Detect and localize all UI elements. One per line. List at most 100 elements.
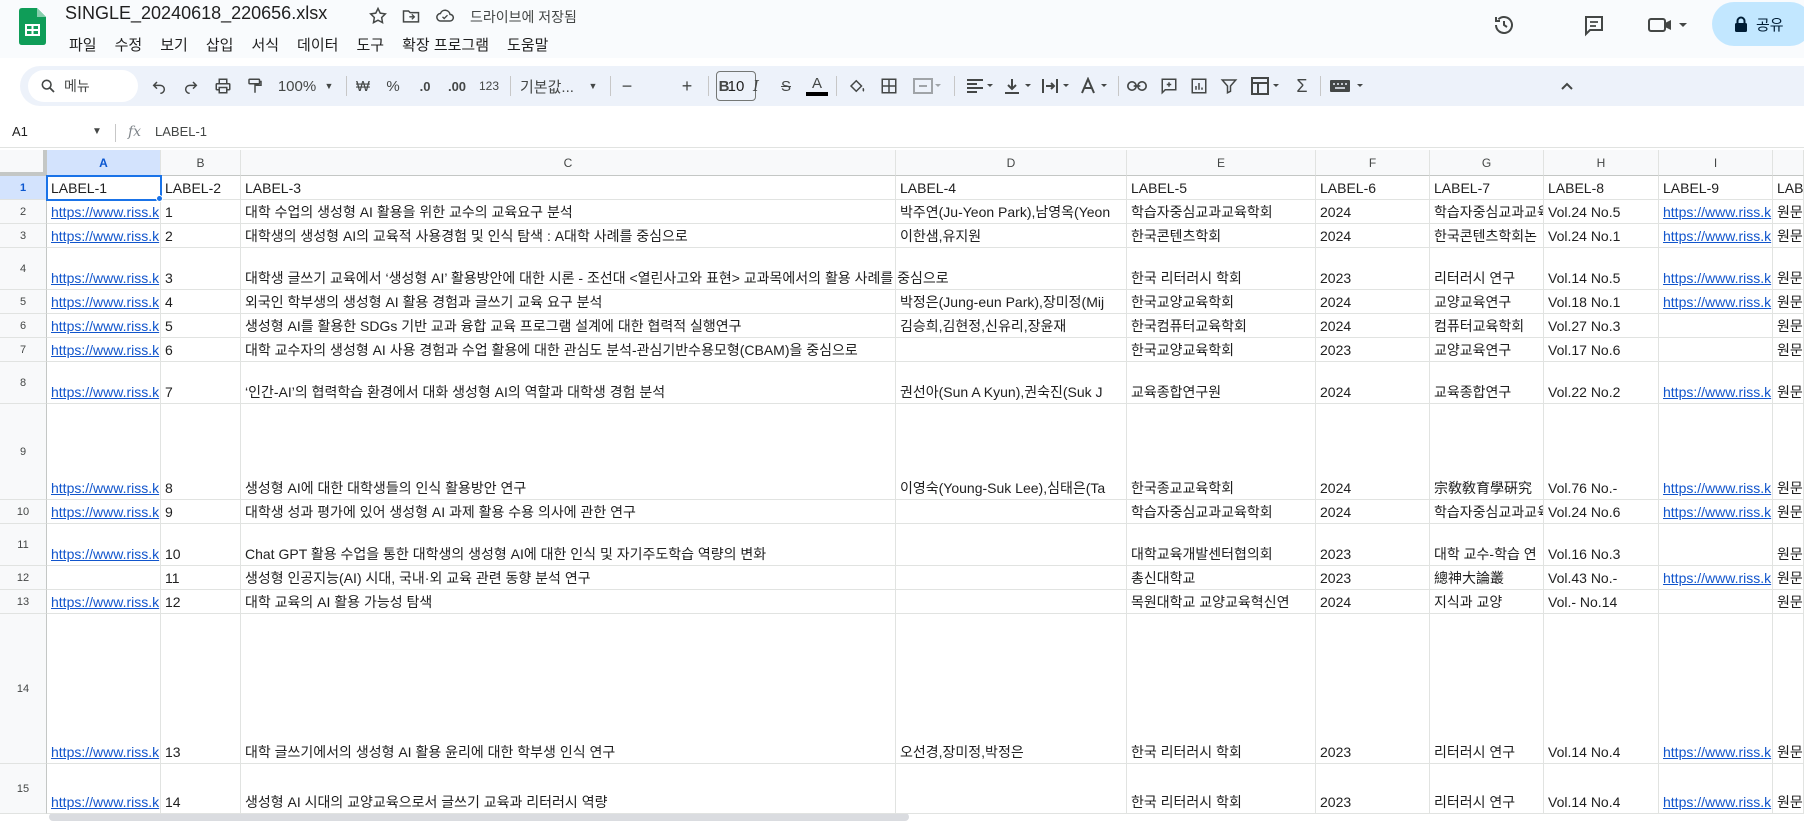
functions-button[interactable]: Σ: [1292, 74, 1312, 98]
header-cell[interactable]: LAB: [1773, 176, 1804, 200]
table-cell[interactable]: Vol.14 No.4: [1544, 614, 1659, 764]
table-cell[interactable]: [896, 338, 1127, 362]
table-cell[interactable]: [1659, 590, 1773, 614]
cell-text[interactable]: https://www.riss.k: [51, 269, 159, 287]
table-cell[interactable]: 박주연(Ju-Yeon Park),남영옥(Yeon: [896, 200, 1127, 224]
table-cell[interactable]: https://www.riss.k: [47, 500, 161, 524]
table-cell[interactable]: https://www.riss.k: [1659, 764, 1773, 814]
italic-button[interactable]: I: [746, 74, 766, 98]
row-header[interactable]: 8: [0, 362, 47, 404]
table-cell[interactable]: 1: [161, 200, 241, 224]
header-cell[interactable]: LABEL-1: [47, 176, 161, 200]
row-header[interactable]: 1: [0, 176, 47, 200]
fill-color-icon[interactable]: [846, 74, 868, 98]
table-cell[interactable]: 2024: [1316, 314, 1430, 338]
table-cell[interactable]: 대학 교수-학습 연: [1430, 524, 1544, 566]
share-button[interactable]: 공유: [1712, 2, 1804, 46]
table-cell[interactable]: 원문: [1773, 338, 1804, 362]
star-icon[interactable]: [366, 4, 390, 28]
chart-icon[interactable]: [1188, 74, 1210, 98]
table-cell[interactable]: 5: [161, 314, 241, 338]
chevron-down-icon[interactable]: ▼: [92, 126, 102, 137]
table-cell[interactable]: 대학생의 생성형 AI의 교육적 사용경험 및 인식 탐색 : A대학 사례를 …: [241, 224, 896, 248]
cell-text[interactable]: LABEL-1: [51, 179, 107, 197]
menu-item[interactable]: 데이터: [288, 33, 347, 56]
table-cell[interactable]: 2: [161, 224, 241, 248]
table-cell[interactable]: Vol.22 No.2: [1544, 362, 1659, 404]
table-cell[interactable]: 4: [161, 290, 241, 314]
table-cell[interactable]: Vol.17 No.6: [1544, 338, 1659, 362]
wrap-icon[interactable]: [1038, 74, 1074, 98]
comment-icon[interactable]: [1158, 74, 1180, 98]
column-header-partial[interactable]: [1773, 150, 1804, 176]
document-title[interactable]: SINGLE_20240618_220656.xlsx: [65, 3, 327, 24]
table-cell[interactable]: 대학 글쓰기에서의 생성형 AI 활용 윤리에 대한 학부생 인식 연구: [241, 614, 896, 764]
table-cell[interactable]: 13: [161, 614, 241, 764]
table-cell[interactable]: [1659, 338, 1773, 362]
table-cell[interactable]: 대학교육개발센터협의회: [1127, 524, 1316, 566]
table-cell[interactable]: https://www.riss.k: [1659, 614, 1773, 764]
row-header[interactable]: 10: [0, 500, 47, 524]
table-cell[interactable]: 2024: [1316, 200, 1430, 224]
table-cell[interactable]: 오선경,장미정,박정은: [896, 614, 1127, 764]
strikethrough-button[interactable]: S: [776, 74, 796, 98]
table-icon[interactable]: [1248, 74, 1284, 98]
cell-text[interactable]: https://www.riss.k: [1663, 383, 1771, 401]
table-cell[interactable]: 박정은(Jung-eun Park),장미정(Mij: [896, 290, 1127, 314]
table-cell[interactable]: 2023: [1316, 338, 1430, 362]
table-cell[interactable]: 원문: [1773, 590, 1804, 614]
table-cell[interactable]: 원문: [1773, 500, 1804, 524]
menu-item[interactable]: 수정: [106, 33, 152, 56]
table-cell[interactable]: 원문: [1773, 362, 1804, 404]
table-cell[interactable]: [896, 524, 1127, 566]
table-cell[interactable]: 12: [161, 590, 241, 614]
table-cell[interactable]: Vol.24 No.5: [1544, 200, 1659, 224]
table-cell[interactable]: 2024: [1316, 224, 1430, 248]
table-cell[interactable]: Vol.24 No.1: [1544, 224, 1659, 248]
cell-text[interactable]: https://www.riss.k: [1663, 293, 1771, 311]
menu-search[interactable]: 메뉴: [28, 70, 138, 102]
table-cell[interactable]: 8: [161, 404, 241, 500]
table-cell[interactable]: 이영숙(Young-Suk Lee),심태은(Ta: [896, 404, 1127, 500]
table-cell[interactable]: https://www.riss.k: [47, 314, 161, 338]
cell-text[interactable]: https://www.riss.k: [1663, 503, 1771, 521]
cell-text[interactable]: https://www.riss.k: [1663, 793, 1771, 811]
table-cell[interactable]: 2024: [1316, 404, 1430, 500]
link-icon[interactable]: [1126, 74, 1148, 98]
table-cell[interactable]: [47, 566, 161, 590]
row-header[interactable]: 9: [0, 404, 47, 500]
table-cell[interactable]: Vol.14 No.4: [1544, 764, 1659, 814]
horizontal-scrollbar[interactable]: [49, 813, 909, 821]
table-cell[interactable]: 대학 교육의 AI 활용 가능성 탐색: [241, 590, 896, 614]
table-cell[interactable]: https://www.riss.k: [47, 338, 161, 362]
table-cell[interactable]: https://www.riss.k: [47, 764, 161, 814]
table-cell[interactable]: 원문: [1773, 224, 1804, 248]
table-cell[interactable]: 학습자중심교과교육: [1430, 500, 1544, 524]
table-cell[interactable]: https://www.riss.k: [47, 362, 161, 404]
row-header[interactable]: 11: [0, 524, 47, 566]
table-cell[interactable]: Vol.27 No.3: [1544, 314, 1659, 338]
header-cell[interactable]: LABEL-7: [1430, 176, 1544, 200]
cell-text[interactable]: https://www.riss.k: [1663, 569, 1771, 587]
cell-text[interactable]: https://www.riss.k: [51, 341, 159, 359]
cell-text[interactable]: https://www.riss.k: [1663, 479, 1771, 497]
bold-button[interactable]: B: [714, 74, 734, 98]
table-cell[interactable]: 교육종합연구: [1430, 362, 1544, 404]
table-cell[interactable]: 대학 수업의 생성형 AI 활용을 위한 교수의 교육요구 분석: [241, 200, 896, 224]
column-header-b[interactable]: B: [161, 150, 241, 176]
table-cell[interactable]: https://www.riss.k: [47, 590, 161, 614]
table-cell[interactable]: 대학생 성과 평가에 있어 생성형 AI 과제 활용 수용 의사에 관한 연구: [241, 500, 896, 524]
decrease-decimal-button[interactable]: .0: [414, 74, 436, 98]
table-cell[interactable]: 원문: [1773, 566, 1804, 590]
cell-text[interactable]: https://www.riss.k: [1663, 203, 1771, 221]
table-cell[interactable]: 대학생 글쓰기 교육에서 ‘생성형 AI’ 활용방안에 대한 시론 - 조선대 …: [241, 248, 949, 290]
table-cell[interactable]: https://www.riss.k: [1659, 200, 1773, 224]
table-cell[interactable]: 생성형 AI 시대의 교양교육으로서 글쓰기 교육과 리터러시 역량: [241, 764, 896, 814]
table-cell[interactable]: 7: [161, 362, 241, 404]
cell-text[interactable]: https://www.riss.k: [51, 293, 159, 311]
undo-icon[interactable]: [148, 74, 170, 98]
table-cell[interactable]: 지식과 교양: [1430, 590, 1544, 614]
table-cell[interactable]: 원문: [1773, 764, 1804, 814]
table-cell[interactable]: 원문: [1773, 248, 1804, 290]
cell-text[interactable]: https://www.riss.k: [1663, 269, 1771, 287]
